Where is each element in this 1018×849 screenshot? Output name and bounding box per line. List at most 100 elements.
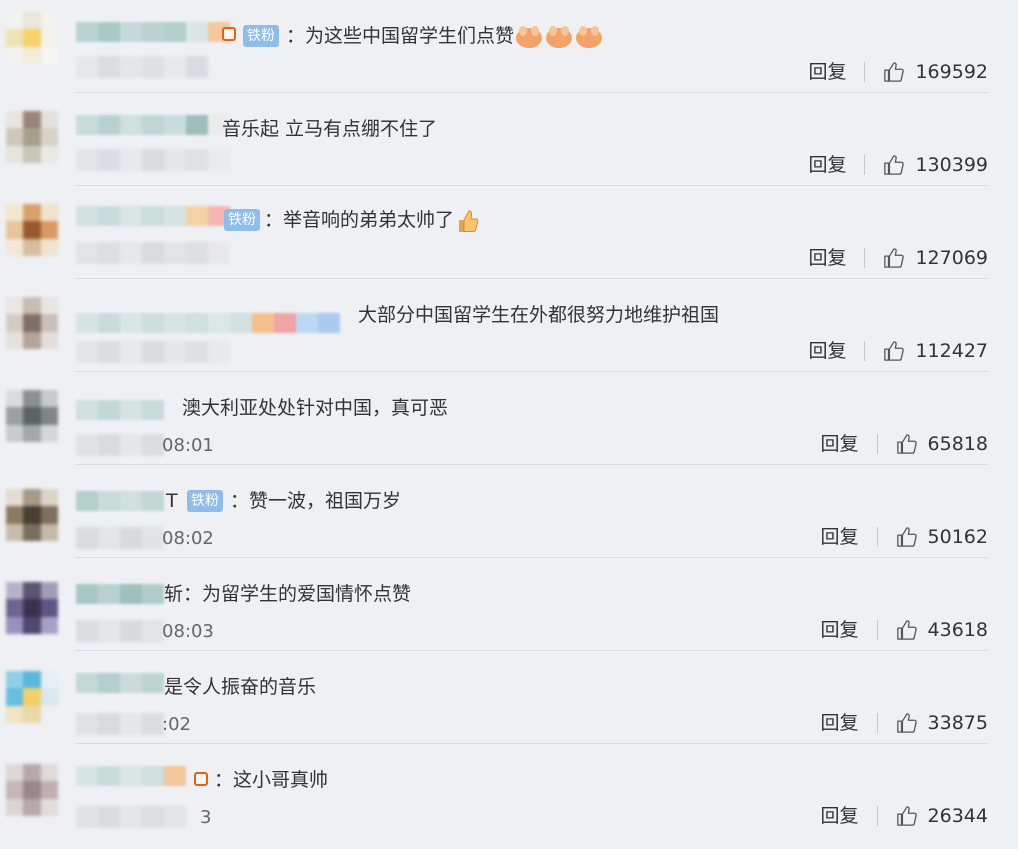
username[interactable] bbox=[76, 491, 164, 511]
timestamp bbox=[76, 806, 186, 828]
vip-icon bbox=[222, 27, 236, 41]
divider bbox=[876, 527, 878, 547]
divider bbox=[864, 62, 866, 82]
clap-hands-icon bbox=[544, 24, 574, 50]
avatar[interactable] bbox=[6, 390, 58, 442]
thumbs-up-icon bbox=[884, 341, 905, 361]
username-tail[interactable]: T bbox=[166, 488, 178, 514]
username[interactable] bbox=[76, 313, 340, 333]
divider bbox=[864, 248, 866, 268]
avatar[interactable] bbox=[6, 764, 58, 816]
comment-list: 铁粉 ：为这些中国留学生们点赞 回复 169592 音乐起 立马有点绷不住了 回… bbox=[0, 0, 1018, 849]
comment-actions: 回复 26344 bbox=[821, 804, 988, 828]
comment-text: 音乐起 立马有点绷不住了 bbox=[222, 118, 438, 140]
comment-actions: 回复 112427 bbox=[808, 339, 988, 363]
timestamp-text: 08:02 bbox=[162, 528, 214, 549]
username[interactable] bbox=[76, 22, 230, 42]
username[interactable] bbox=[76, 400, 164, 420]
timestamp bbox=[76, 341, 230, 363]
thumbs-up-icon bbox=[896, 620, 917, 640]
username[interactable] bbox=[76, 584, 164, 604]
like-button[interactable]: 26344 bbox=[896, 804, 988, 828]
like-button[interactable]: 169592 bbox=[883, 60, 988, 84]
comment-row: 澳大利亚处处针对中国，真可恶 08:01 回复 65818 bbox=[0, 372, 1018, 465]
avatar[interactable] bbox=[6, 582, 58, 634]
like-count: 130399 bbox=[915, 154, 988, 176]
like-button[interactable]: 33875 bbox=[896, 711, 988, 735]
timestamp-text: 08:03 bbox=[162, 621, 214, 642]
like-button[interactable]: 127069 bbox=[883, 246, 988, 270]
reply-button[interactable]: 回复 bbox=[821, 432, 859, 456]
thumbs-up-icon bbox=[884, 248, 905, 268]
like-count: 65818 bbox=[927, 433, 988, 455]
avatar[interactable] bbox=[6, 111, 58, 163]
reply-button[interactable]: 回复 bbox=[821, 618, 859, 642]
like-count: 169592 bbox=[915, 61, 988, 83]
timestamp bbox=[76, 56, 208, 78]
divider bbox=[864, 155, 866, 175]
reply-button[interactable]: 回复 bbox=[808, 246, 846, 270]
fan-badge[interactable]: 铁粉 bbox=[224, 209, 260, 231]
avatar[interactable] bbox=[6, 297, 58, 349]
comment-text: ：为这些中国留学生们点赞 bbox=[286, 23, 604, 50]
comment-actions: 回复 65818 bbox=[821, 432, 988, 456]
comment-actions: 回复 169592 bbox=[808, 60, 988, 84]
comment-row: 大部分中国留学生在外都很努力地维护祖国 回复 112427 bbox=[0, 279, 1018, 372]
username[interactable] bbox=[76, 206, 230, 226]
like-count: 112427 bbox=[915, 340, 988, 362]
timestamp bbox=[76, 713, 164, 735]
comment-actions: 回复 127069 bbox=[808, 246, 988, 270]
username[interactable] bbox=[76, 115, 230, 135]
comment-row: T 铁粉 ：赞一波，祖国万岁 08:02 回复 50162 bbox=[0, 465, 1018, 558]
comment-actions: 回复 50162 bbox=[821, 525, 988, 549]
thumbs-up-icon bbox=[896, 713, 917, 733]
reply-button[interactable]: 回复 bbox=[808, 339, 846, 363]
avatar[interactable] bbox=[6, 12, 58, 64]
comment-text: 是令人振奋的音乐 bbox=[164, 676, 317, 698]
divider bbox=[864, 341, 866, 361]
timestamp-text: 3 bbox=[200, 807, 212, 828]
timestamp bbox=[76, 620, 164, 642]
comment-actions: 回复 33875 bbox=[821, 711, 988, 735]
timestamp bbox=[76, 149, 230, 171]
like-count: 26344 bbox=[927, 805, 988, 827]
reply-button[interactable]: 回复 bbox=[821, 804, 859, 828]
comment-row: 铁粉 ：为这些中国留学生们点赞 回复 169592 bbox=[0, 0, 1018, 93]
thumbs-up-icon bbox=[896, 527, 917, 547]
username[interactable] bbox=[76, 673, 164, 693]
thumbs-up-icon bbox=[884, 155, 905, 175]
avatar[interactable] bbox=[6, 671, 58, 723]
comment-row: 是令人振奋的音乐 :02 回复 33875 bbox=[0, 651, 1018, 744]
comment-row: ：这小哥真帅 3 回复 26344 bbox=[0, 744, 1018, 837]
like-count: 50162 bbox=[927, 526, 988, 548]
timestamp bbox=[76, 434, 164, 456]
thumbs-up-icon bbox=[896, 434, 917, 454]
comment-actions: 回复 43618 bbox=[821, 618, 988, 642]
avatar[interactable] bbox=[6, 489, 58, 541]
comment-row: 斩：为留学生的爱国情怀点赞 08:03 回复 43618 bbox=[0, 558, 1018, 651]
like-button[interactable]: 112427 bbox=[883, 339, 988, 363]
like-button[interactable]: 130399 bbox=[883, 153, 988, 177]
reply-button[interactable]: 回复 bbox=[808, 60, 846, 84]
reply-button[interactable]: 回复 bbox=[821, 525, 859, 549]
comment-text: 斩：为留学生的爱国情怀点赞 bbox=[164, 583, 412, 605]
divider bbox=[876, 620, 878, 640]
like-count: 43618 bbox=[927, 619, 988, 641]
avatar[interactable] bbox=[6, 204, 58, 256]
clap-hands-icon bbox=[514, 24, 544, 50]
clap-hands-icon bbox=[574, 24, 604, 50]
like-count: 127069 bbox=[915, 247, 988, 269]
username[interactable] bbox=[76, 766, 186, 786]
fan-badge[interactable]: 铁粉 bbox=[187, 490, 223, 512]
vip-icon bbox=[194, 772, 208, 786]
like-button[interactable]: 65818 bbox=[896, 432, 988, 456]
thumbs-up-icon bbox=[884, 62, 905, 82]
reply-button[interactable]: 回复 bbox=[808, 153, 846, 177]
like-button[interactable]: 50162 bbox=[896, 525, 988, 549]
divider bbox=[876, 713, 878, 733]
like-button[interactable]: 43618 bbox=[896, 618, 988, 642]
reply-button[interactable]: 回复 bbox=[821, 711, 859, 735]
fan-badge[interactable]: 铁粉 bbox=[243, 25, 279, 47]
comment-text: 大部分中国留学生在外都很努力地维护祖国 bbox=[358, 304, 720, 326]
comment-text: ：这小哥真帅 bbox=[214, 769, 329, 791]
